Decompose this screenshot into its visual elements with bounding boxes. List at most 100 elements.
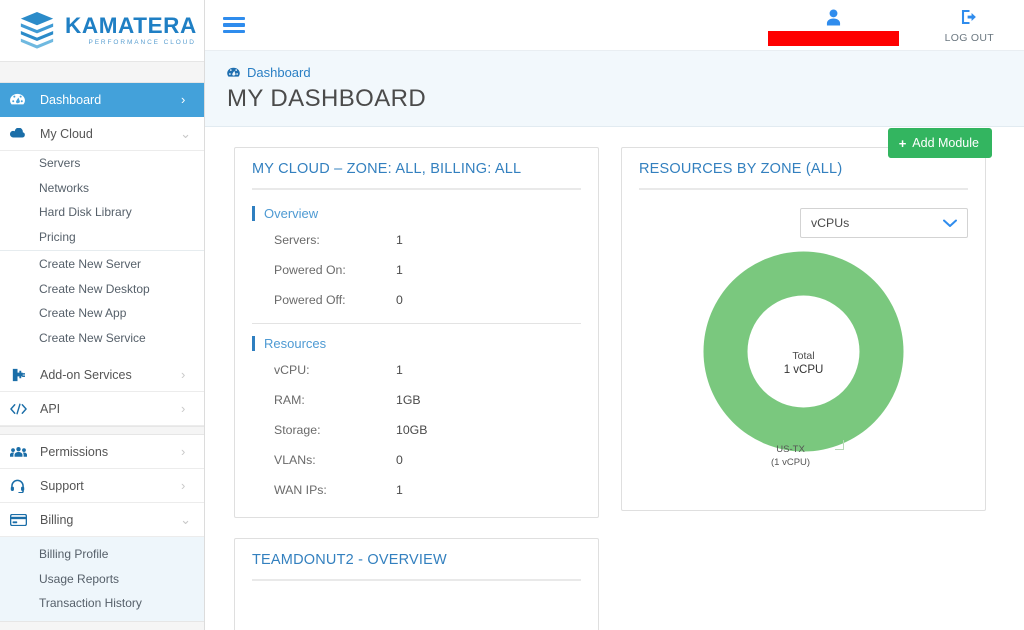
stat-label: VLANs: [274, 453, 316, 467]
sidebar-item-hard-disk-library[interactable]: Hard Disk Library [0, 200, 204, 225]
stat-row-storage: Storage: 10GB [252, 415, 581, 445]
chevron-right-icon: › [181, 401, 186, 416]
donut-slice-label-us-tx: US-TX (1 vCPU) [771, 444, 810, 470]
sidebar-item-create-new-server[interactable]: Create New Server [0, 252, 204, 277]
code-brackets-icon [10, 401, 32, 417]
sidebar: KAMATERA PERFORMANCE CLOUD Dashboard › M… [0, 0, 205, 630]
add-module-button[interactable]: + Add Module [887, 128, 992, 158]
dashboard-gauge-icon [10, 92, 32, 108]
sidebar-item-label: Billing [40, 512, 74, 527]
stat-row-vcpu: vCPU: 1 [252, 355, 581, 385]
sidebar-item-create-new-desktop[interactable]: Create New Desktop [0, 277, 204, 302]
stat-row-wan-ips: WAN IPs: 1 [252, 475, 581, 505]
sidebar-top-gap [0, 62, 204, 83]
dashboard-modules: MY CLOUD – ZONE: ALL, BILLING: ALL Overv… [205, 127, 1024, 630]
add-module-label: Add Module [912, 136, 979, 150]
sidebar-item-servers[interactable]: Servers [0, 151, 204, 176]
sidebar-item-support[interactable]: Support › [0, 469, 204, 503]
sidebar-item-add-on-services[interactable]: Add-on Services › [0, 358, 204, 392]
brand-tagline: PERFORMANCE CLOUD [88, 39, 196, 46]
stat-value: 0 [396, 453, 403, 467]
stat-row-powered-on: Powered On: 1 [252, 255, 581, 285]
page-header: Dashboard MY DASHBOARD + Add Module [205, 51, 1024, 158]
sidebar-group-spacer [0, 426, 204, 435]
user-account-menu[interactable] [767, 5, 899, 46]
stat-label: Powered Off: [274, 293, 346, 307]
sidebar-subitem-label: Pricing [39, 229, 76, 244]
sidebar-subitem-label: Hard Disk Library [39, 205, 132, 220]
sidebar-item-create-new-service[interactable]: Create New Service [0, 326, 204, 351]
dashboard-column-left: MY CLOUD – ZONE: ALL, BILLING: ALL Overv… [234, 147, 599, 630]
stat-label: RAM: [274, 393, 305, 407]
stat-row-powered-off: Powered Off: 0 [252, 285, 581, 315]
sidebar-subitem-label: Usage Reports [39, 571, 120, 586]
hamburger-menu-icon[interactable] [223, 16, 245, 34]
stat-value: 1 [396, 483, 403, 497]
breadcrumb[interactable]: Dashboard [227, 65, 1008, 80]
section-accent-bar [252, 206, 255, 221]
sidebar-item-label: Add-on Services [40, 367, 132, 382]
user-avatar-icon [826, 8, 841, 28]
stat-row-ram: RAM: 1GB [252, 385, 581, 415]
sidebar-item-label: Support [40, 478, 84, 493]
donut-label-leader-line [835, 440, 844, 450]
resources-heading-label: Resources [264, 336, 327, 351]
donut-label-zone: US-TX [776, 444, 805, 455]
sidebar-item-usage-reports[interactable]: Usage Reports [0, 567, 204, 592]
sidebar-item-label: API [40, 401, 61, 416]
sidebar-item-label: Dashboard [40, 92, 102, 107]
stat-value: 0 [396, 293, 403, 307]
sidebar-subitem-label: Create New Server [39, 257, 142, 272]
stat-row-vlans: VLANs: 0 [252, 445, 581, 475]
sidebar-item-dashboard[interactable]: Dashboard › [0, 83, 204, 117]
sidebar-item-permissions[interactable]: Permissions › [0, 435, 204, 469]
dashboard-column-right: RESOURCES BY ZONE (ALL) vCPUs Total 1 vC… [621, 147, 986, 630]
topbar: LOG OUT [205, 0, 1024, 51]
page-title: MY DASHBOARD [227, 85, 427, 112]
sidebar-item-my-cloud[interactable]: My Cloud ⌄ [0, 117, 204, 151]
stat-value: 1 [396, 263, 403, 277]
teamdonut-overview-card: TEAMDONUT2 - OVERVIEW [234, 538, 599, 630]
sidebar-item-networks[interactable]: Networks [0, 176, 204, 201]
headset-icon [10, 478, 32, 494]
teamdonut-card-title: TEAMDONUT2 - OVERVIEW [252, 552, 447, 568]
sidebar-item-create-new-app[interactable]: Create New App [0, 301, 204, 326]
submenu-divider [0, 250, 204, 251]
sidebar-item-label: My Cloud [40, 126, 93, 141]
stat-label: WAN IPs: [274, 483, 327, 497]
section-accent-bar [252, 336, 255, 351]
metric-select[interactable]: vCPUs [800, 208, 968, 238]
donut-label-value: (1 vCPU) [771, 456, 811, 468]
stat-value: 1 [396, 363, 403, 377]
my-cloud-card-title: MY CLOUD – ZONE: ALL, BILLING: ALL [252, 161, 522, 177]
topbar-right: LOG OUT [767, 5, 1008, 46]
sidebar-submenu-billing: Billing Profile Usage Reports Transactio… [0, 537, 204, 621]
sidebar-subitem-label: Create New Desktop [39, 281, 150, 296]
stat-value: 1 [396, 233, 403, 247]
sidebar-item-api[interactable]: API › [0, 392, 204, 426]
sidebar-subitem-label: Servers [39, 156, 81, 171]
donut-hole [747, 295, 860, 408]
metric-select-row: vCPUs [639, 194, 968, 244]
breadcrumb-label: Dashboard [247, 65, 311, 80]
sidebar-submenu-my-cloud: Servers Networks Hard Disk Library Prici… [0, 151, 204, 350]
donut-svg [703, 251, 904, 452]
kamatera-stacked-layers-logo-icon [20, 11, 54, 49]
sidebar-item-pricing[interactable]: Pricing [0, 225, 204, 250]
resources-by-zone-card: RESOURCES BY ZONE (ALL) vCPUs Total 1 vC… [621, 147, 986, 511]
chevron-right-icon: › [181, 92, 186, 107]
addon-plug-icon [10, 367, 32, 383]
plus-icon: + [898, 135, 907, 151]
credit-card-icon [10, 512, 32, 528]
brand-logo[interactable]: KAMATERA PERFORMANCE CLOUD [0, 0, 204, 62]
logout-button[interactable]: LOG OUT [945, 5, 994, 44]
brand-name: KAMATERA [65, 12, 197, 38]
app-root: KAMATERA PERFORMANCE CLOUD Dashboard › M… [0, 0, 1024, 630]
stat-value: 10GB [396, 423, 428, 437]
stat-label: Powered On: [274, 263, 346, 277]
chevron-right-icon: › [181, 478, 186, 493]
sidebar-item-billing-profile[interactable]: Billing Profile [0, 542, 204, 567]
chevron-right-icon: › [181, 444, 186, 459]
sidebar-item-billing[interactable]: Billing ⌄ [0, 503, 204, 537]
sidebar-item-transaction-history[interactable]: Transaction History [0, 591, 204, 616]
